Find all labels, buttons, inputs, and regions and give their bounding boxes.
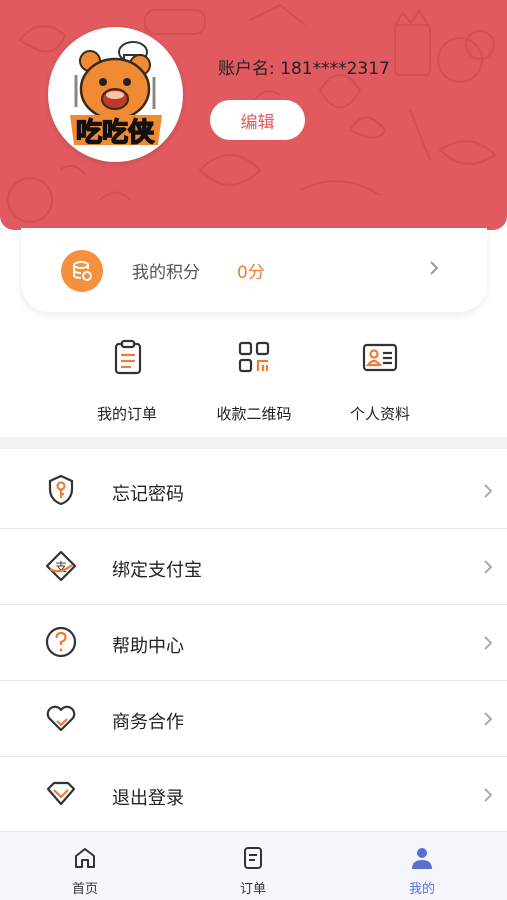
bottom-tab-bar: 首页 订单 我的 xyxy=(0,831,507,900)
menu-item-help-center[interactable]: 帮助中心 xyxy=(0,605,507,681)
menu-item-logout[interactable]: 退出登录 xyxy=(0,757,507,833)
tab-label: 首页 xyxy=(71,882,98,897)
chevron-right-icon xyxy=(484,484,493,498)
section-divider xyxy=(0,437,507,449)
chevron-right-icon xyxy=(484,788,493,802)
tab-mine[interactable]: 我的 xyxy=(372,832,472,900)
account-label: 账户名: xyxy=(218,59,275,79)
account-name: 账户名: 181****2317 xyxy=(218,54,390,79)
menu-item-label: 帮助中心 xyxy=(112,636,184,657)
bear-chef-mascot-logo: 吃吃侠 xyxy=(70,41,162,149)
points-label: 我的积分 xyxy=(132,263,200,283)
menu-item-business-cooperation[interactable]: 商务合作 xyxy=(0,681,507,757)
menu-item-label: 商务合作 xyxy=(112,712,184,733)
points-value: 0分 xyxy=(237,263,265,283)
chevron-right-icon xyxy=(484,636,493,650)
profile-card-icon xyxy=(362,343,398,372)
shortcut-profile[interactable]: 个人资料 xyxy=(320,325,440,424)
menu-item-bind-alipay[interactable]: 支 绑定支付宝 xyxy=(0,529,507,605)
chevron-right-icon xyxy=(484,560,493,574)
shortcut-label: 收款二维码 xyxy=(216,405,292,423)
menu-item-label: 绑定支付宝 xyxy=(112,560,202,581)
shield-key-icon xyxy=(48,474,74,506)
chevron-right-icon xyxy=(484,712,493,726)
tab-label: 订单 xyxy=(239,882,266,897)
menu-item-forgot-password[interactable]: 忘记密码 xyxy=(0,453,507,529)
qr-code-icon xyxy=(238,341,270,373)
shortcut-qr-code[interactable]: 收款二维码 xyxy=(194,325,314,424)
tab-label: 我的 xyxy=(408,882,435,897)
shortcut-my-orders[interactable]: 我的订单 xyxy=(67,325,187,424)
tab-orders[interactable]: 订单 xyxy=(203,832,303,900)
avatar[interactable]: 吃吃侠 xyxy=(48,27,183,162)
order-doc-icon xyxy=(244,847,262,869)
user-icon xyxy=(412,848,432,869)
handshake-heart-icon xyxy=(46,705,76,732)
logout-diamond-icon xyxy=(46,781,76,806)
help-icon xyxy=(45,626,77,658)
settings-menu: 忘记密码 支 绑定支付宝 帮助中心 商务合作 退出登录 xyxy=(0,453,507,833)
shortcut-label: 个人资料 xyxy=(349,405,410,423)
shortcut-label: 我的订单 xyxy=(96,405,157,423)
menu-item-label: 退出登录 xyxy=(112,788,184,809)
points-card[interactable]: 我的积分 0分 xyxy=(21,228,487,312)
shortcut-row: 我的订单 收款二维码 个人资料 xyxy=(0,325,507,435)
menu-item-label: 忘记密码 xyxy=(112,484,184,505)
chevron-right-icon xyxy=(430,261,439,275)
avatar-logo-text: 吃吃侠 xyxy=(76,117,155,148)
order-icon xyxy=(114,339,142,375)
account-value: 181****2317 xyxy=(280,59,390,79)
tab-home[interactable]: 首页 xyxy=(35,832,135,900)
profile-header: 吃吃侠 账户名: 181****2317 编辑 xyxy=(0,0,507,230)
coin-stack-icon xyxy=(61,250,103,292)
home-icon xyxy=(75,848,95,868)
edit-button[interactable]: 编辑 xyxy=(210,100,305,140)
alipay-icon: 支 xyxy=(45,550,77,582)
